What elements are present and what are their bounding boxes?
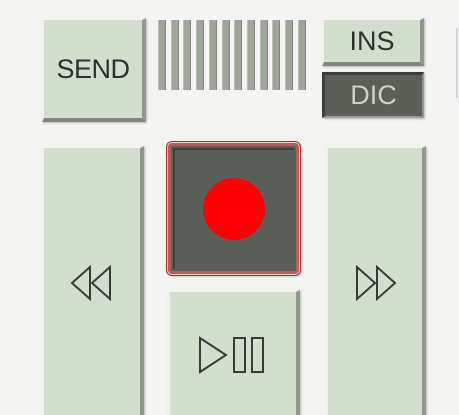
fast-forward-button[interactable] xyxy=(326,146,426,415)
level-meter-bar xyxy=(183,20,192,90)
level-meter-bar xyxy=(170,20,179,90)
insert-mode-button[interactable]: INS xyxy=(322,18,424,66)
play-pause-icon xyxy=(197,335,269,375)
level-meter-bar xyxy=(285,20,294,90)
level-meter-bar xyxy=(221,20,230,90)
send-button[interactable]: SEND xyxy=(42,18,146,122)
dictate-mode-label: DIC xyxy=(350,80,397,110)
fast-forward-icon xyxy=(353,264,397,301)
level-meter-bar xyxy=(208,20,217,90)
record-button[interactable] xyxy=(168,143,299,274)
rewind-icon xyxy=(70,264,114,301)
record-icon xyxy=(202,177,265,240)
rewind-button[interactable] xyxy=(42,146,144,415)
level-meter-bar xyxy=(158,20,166,90)
level-meter-bar xyxy=(234,20,243,90)
insert-mode-label: INS xyxy=(349,25,395,56)
send-button-label: SEND xyxy=(56,53,130,84)
dictate-mode-button[interactable]: DIC xyxy=(322,72,424,118)
dictation-recorder-panel: SEND INS DIC xyxy=(0,0,459,415)
level-meter-bar xyxy=(272,20,281,90)
level-meter-bar xyxy=(196,20,205,90)
play-pause-button[interactable] xyxy=(168,290,300,415)
level-meter-bar xyxy=(259,20,268,90)
audio-level-meter xyxy=(158,20,306,90)
level-meter-bar xyxy=(297,20,306,90)
level-meter-bar xyxy=(247,20,256,90)
